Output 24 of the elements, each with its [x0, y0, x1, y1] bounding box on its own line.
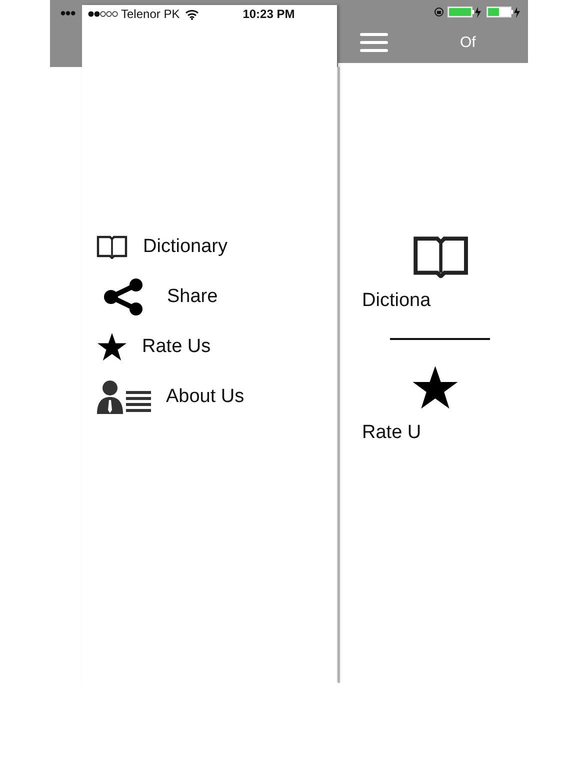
home-tile[interactable]: Rate U: [340, 366, 490, 444]
share-icon: [103, 278, 145, 316]
book-icon: [96, 235, 128, 259]
battery-icon: [486, 6, 522, 18]
drawer-menu-item[interactable]: Share: [96, 281, 337, 313]
drawer-menu-item[interactable]: Dictionary: [96, 231, 337, 263]
person-list-icon: [96, 380, 151, 414]
tile-label: Dictiona: [362, 290, 431, 312]
book-icon: [412, 235, 470, 278]
home-tile[interactable]: Dictiona: [340, 235, 490, 312]
status-time: 10:23 PM: [242, 7, 295, 21]
wifi-icon: [184, 8, 199, 20]
rotation-lock-icon: [434, 7, 444, 17]
tile-label: Rate U: [362, 422, 422, 444]
drawer-menu-item[interactable]: Rate Us: [96, 331, 337, 363]
signal-strength-icon: [88, 11, 118, 17]
star-icon: [412, 366, 458, 410]
battery-icon: [447, 6, 483, 18]
menu-button[interactable]: [360, 32, 388, 52]
header-title: Of: [460, 34, 476, 50]
star-icon: [97, 333, 127, 361]
carrier-name: Telenor PK: [121, 7, 180, 21]
drawer-menu-item[interactable]: About Us: [96, 381, 337, 413]
signal-dots: ●●●: [60, 8, 76, 19]
